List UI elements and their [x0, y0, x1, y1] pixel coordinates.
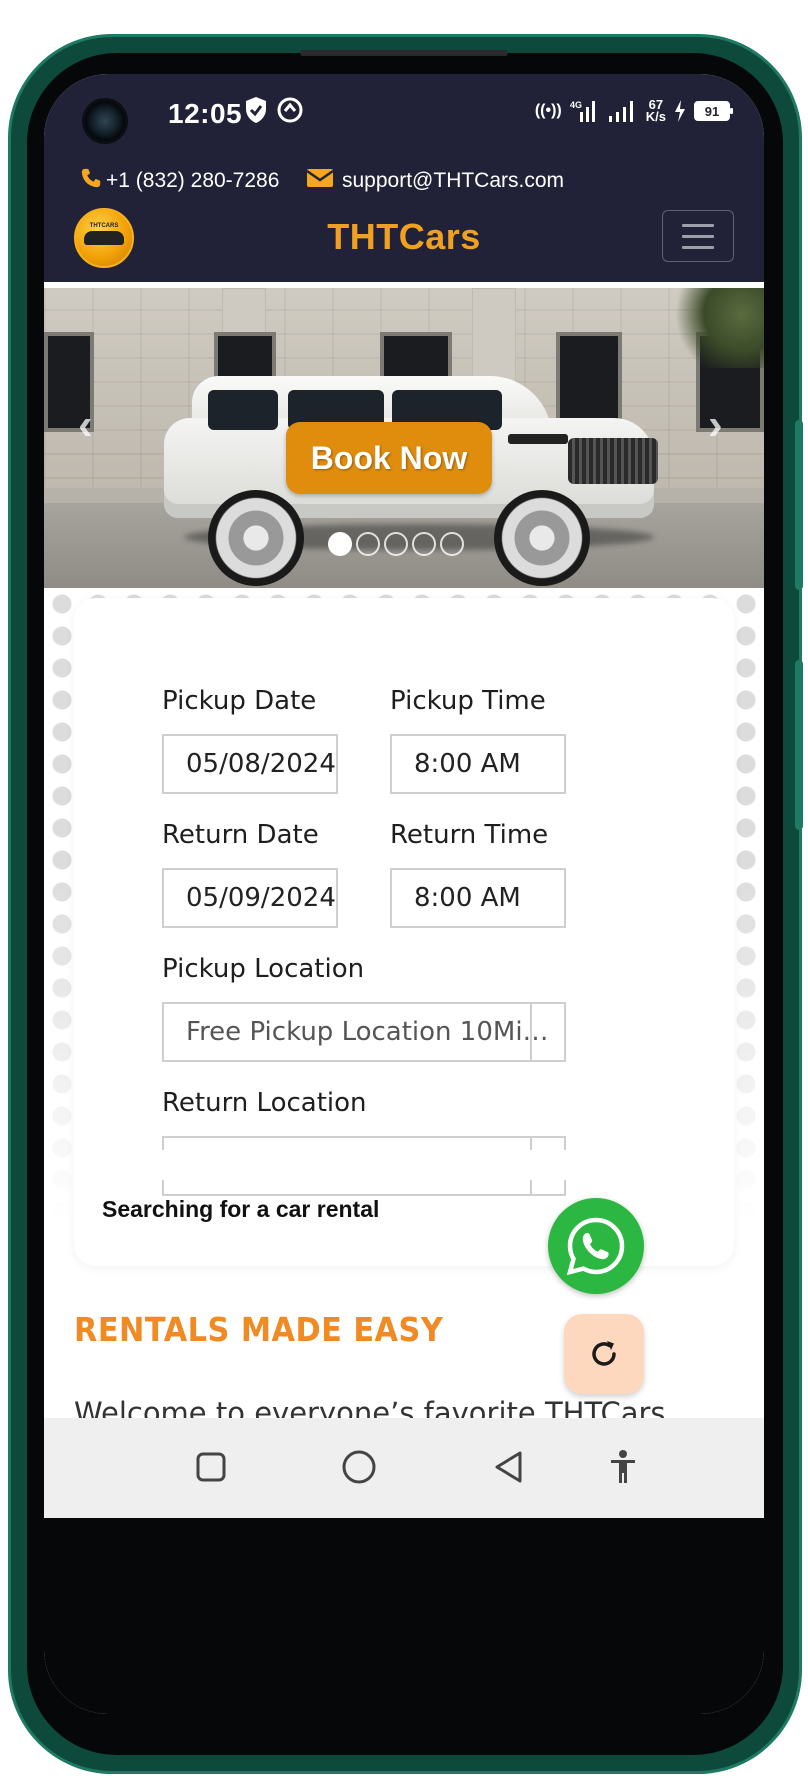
hamburger-icon-bar — [682, 245, 714, 249]
front-camera — [82, 98, 128, 144]
contact-bar: +1 (832) 280-7286 support@THTCars.com — [44, 154, 764, 204]
search-status-text: Searching for a car rental — [102, 1196, 380, 1222]
return-time-input[interactable]: 8:00 AM — [390, 868, 566, 928]
signal-4g-icon: 4G — [570, 98, 600, 124]
suv-grille — [568, 438, 658, 484]
suv-wheel — [208, 490, 304, 586]
status-time: 12:05 — [168, 98, 243, 129]
battery-icon: 91 — [694, 101, 733, 121]
nav-accessibility-button[interactable] — [600, 1444, 646, 1490]
refresh-icon — [592, 1341, 616, 1366]
circle-icon — [342, 1450, 376, 1484]
square-icon — [196, 1452, 226, 1482]
speed-unit: K/s — [645, 109, 666, 124]
svg-text:4G: 4G — [570, 100, 582, 110]
return-date-label: Return Date — [162, 820, 319, 850]
signal-bars-icon — [608, 98, 638, 124]
carousel-indicator-5[interactable] — [440, 532, 464, 556]
pickup-location-value: Free Pickup Location 10Mi… — [186, 1017, 549, 1047]
hamburger-icon-bar — [682, 223, 714, 227]
carousel-indicator-2[interactable] — [356, 532, 380, 556]
volume-button — [795, 420, 803, 590]
section-heading: RENTALS MADE EASY — [74, 1310, 444, 1349]
triangle-back-icon — [495, 1451, 522, 1483]
sync-circle-icon — [276, 96, 304, 124]
nav-recents-button[interactable] — [188, 1444, 234, 1490]
shield-icon — [244, 96, 268, 124]
hamburger-icon-bar — [682, 234, 714, 238]
phone-icon — [80, 167, 102, 195]
contact-phone-link[interactable]: +1 (832) 280-7286 — [80, 167, 279, 195]
contact-phone-text: +1 (832) 280-7286 — [106, 169, 280, 192]
pickup-date-label: Pickup Date — [162, 686, 317, 716]
search-form-card: Pickup Date 05/08/2024 Pickup Time 8:00 … — [74, 598, 734, 1266]
hero-tree — [664, 288, 764, 368]
screen: 12:05 ((•)) 4G 67 K/s 91 +1 (832) 280-72… — [44, 74, 764, 1714]
whatsapp-icon — [566, 1217, 625, 1276]
nav-back-button[interactable] — [486, 1444, 532, 1490]
android-nav-bar — [44, 1418, 764, 1518]
refresh-button[interactable] — [564, 1314, 644, 1394]
carousel-indicators — [328, 532, 464, 556]
pickup-time-label: Pickup Time — [390, 686, 546, 716]
nav-home-button[interactable] — [336, 1444, 382, 1490]
suv-headlight — [508, 434, 568, 444]
contact-email-text: support@THTCars.com — [342, 169, 565, 192]
whatsapp-button[interactable] — [548, 1198, 644, 1294]
status-icons-left — [244, 96, 304, 124]
status-icons-right: ((•)) 4G 67 K/s 91 — [534, 98, 733, 124]
return-time-label: Return Time — [390, 820, 549, 850]
form-scroll-cutoff — [74, 1150, 734, 1180]
brand-title[interactable]: THTCars — [44, 216, 764, 258]
power-button — [795, 660, 803, 830]
status-bar: 12:05 ((•)) 4G 67 K/s 91 — [44, 74, 764, 154]
carousel-prev-button[interactable]: ‹ — [78, 400, 93, 450]
return-date-input[interactable]: 05/09/2024 — [162, 868, 338, 928]
pickup-date-input[interactable]: 05/08/2024 — [162, 734, 338, 794]
carousel-indicator-1[interactable] — [328, 532, 352, 556]
earpiece — [300, 50, 508, 56]
suv-window — [208, 390, 278, 430]
suv-wheel — [494, 490, 590, 586]
pickup-location-label: Pickup Location — [162, 954, 365, 984]
hotspot-icon: ((•)) — [534, 102, 562, 119]
carousel-indicator-4[interactable] — [412, 532, 436, 556]
site-navbar: THTCARS THTCars — [44, 204, 764, 282]
pickup-location-select[interactable]: Free Pickup Location 10Mi… — [162, 1002, 566, 1062]
envelope-icon — [306, 167, 334, 195]
select-caret — [530, 1004, 564, 1060]
pickup-time-input[interactable]: 8:00 AM — [390, 734, 566, 794]
return-location-label: Return Location — [162, 1088, 367, 1118]
book-now-button[interactable]: Book Now — [286, 422, 492, 494]
hero-carousel: ‹ › Book Now — [44, 288, 764, 588]
menu-toggle-button[interactable] — [662, 210, 734, 262]
charging-icon — [674, 100, 686, 122]
bottom-bezel — [44, 1518, 764, 1714]
carousel-next-button[interactable]: › — [708, 400, 723, 450]
accessibility-icon — [611, 1450, 635, 1483]
network-speed: 67 K/s — [645, 98, 666, 124]
carousel-indicator-3[interactable] — [384, 532, 408, 556]
contact-email-link[interactable]: support@THTCars.com — [306, 167, 564, 195]
